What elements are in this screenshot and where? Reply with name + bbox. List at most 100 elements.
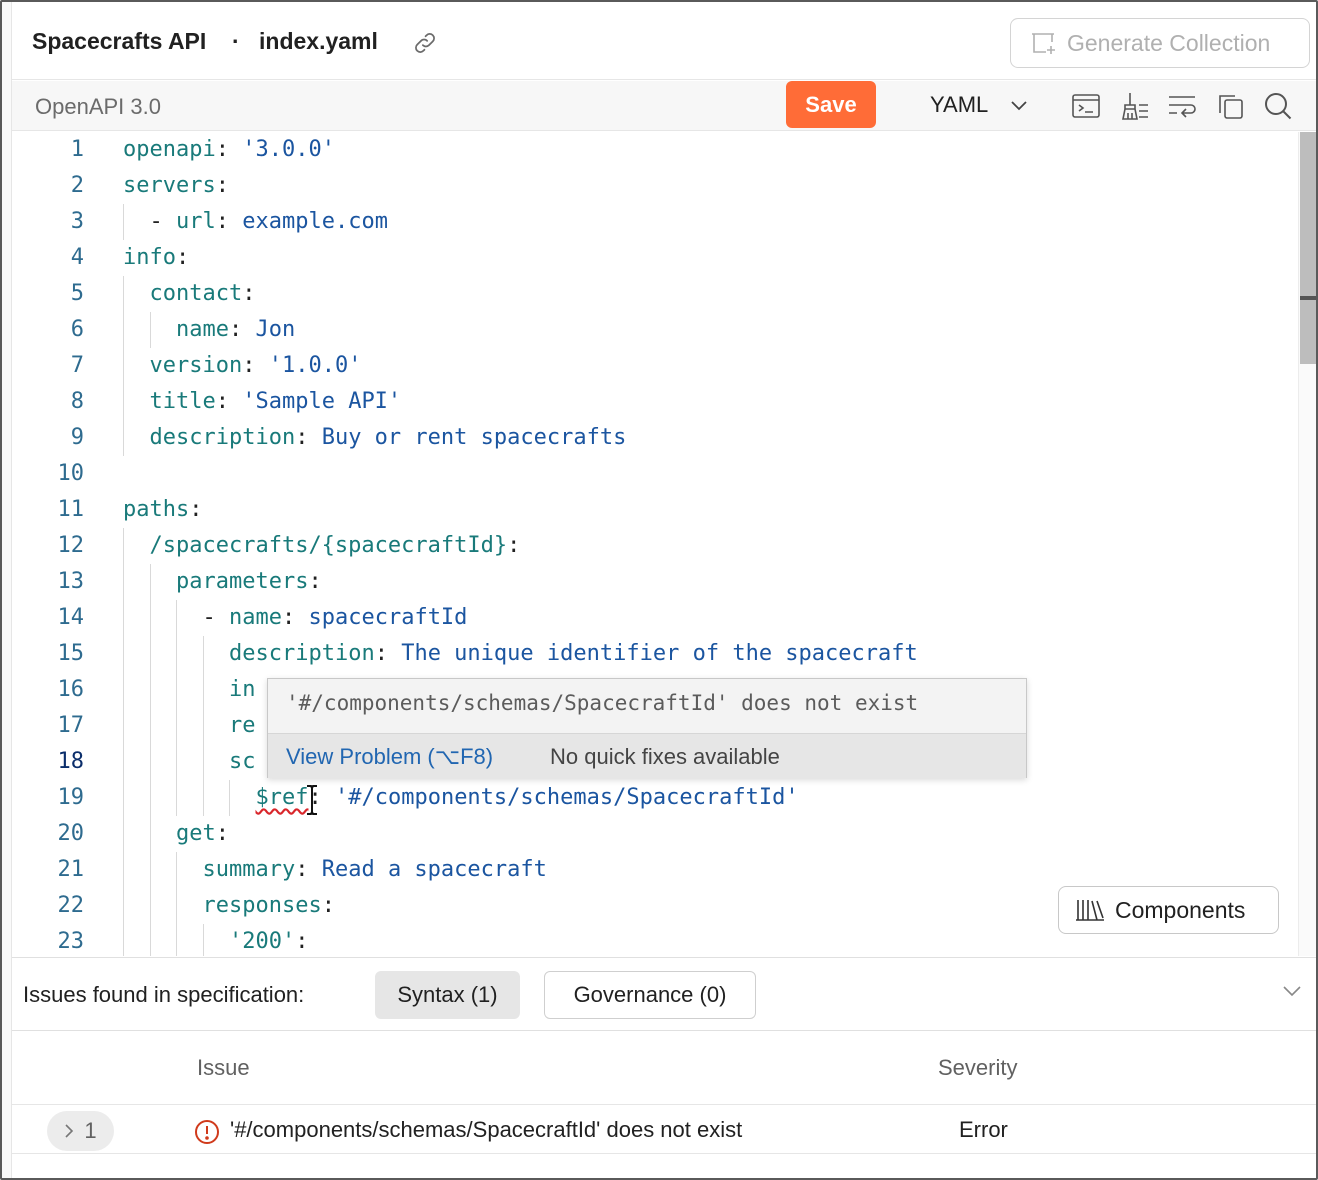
indent-guide: [176, 780, 177, 816]
line-number: 14: [57, 605, 85, 630]
code-line[interactable]: 8 title: 'Sample API': [12, 384, 1298, 420]
code-line[interactable]: 9 description: Buy or rent spacecrafts: [12, 420, 1298, 456]
indent-guide: [149, 636, 151, 672]
indent-guide: [202, 672, 204, 708]
code-editor[interactable]: 1 openapi: '3.0.0' 2 servers: 3 - url: exampl…: [12, 132, 1298, 956]
line-number: 8: [70, 389, 84, 414]
copy-icon[interactable]: [1214, 90, 1246, 122]
line-number: 7: [70, 353, 84, 378]
yaml-value: The unique identifier of the spacecraft: [401, 641, 918, 666]
line-number: 19: [57, 785, 85, 810]
code-line[interactable]: 1 openapi: '3.0.0': [12, 132, 1298, 168]
indent-guide: [123, 204, 124, 240]
indent-guide: [202, 924, 204, 956]
code-line[interactable]: 6 name: Jon: [12, 312, 1298, 348]
code-line[interactable]: 15 description: The unique identifier of …: [12, 636, 1298, 672]
line-number: 1: [70, 137, 84, 162]
code-line[interactable]: 14 - name: spacecraftId: [12, 600, 1298, 636]
line-code: get:: [176, 816, 229, 852]
save-button[interactable]: Save: [786, 81, 876, 128]
beautify-icon[interactable]: [1118, 90, 1150, 122]
yaml-punct: :: [507, 533, 521, 558]
line-code: in: [229, 672, 256, 708]
code-line[interactable]: 21 summary: Read a spacecraft: [12, 852, 1298, 888]
yaml-value: '1.0.0': [268, 353, 362, 378]
indent-guide: [123, 384, 124, 420]
search-icon[interactable]: [1262, 90, 1294, 122]
yaml-key: servers: [123, 173, 216, 198]
yaml-punct: :: [215, 389, 243, 414]
line-number: 17: [57, 713, 85, 738]
chevron-down-icon[interactable]: [1282, 984, 1302, 998]
indent-guide: [123, 780, 124, 816]
line-number: 22: [57, 893, 85, 918]
yaml-punct: :: [374, 641, 402, 666]
yaml-punct: :: [295, 857, 322, 882]
yaml-punct: :: [215, 173, 229, 198]
yaml-punct: :: [242, 281, 256, 306]
link-icon[interactable]: [412, 30, 438, 56]
indent-guide: [229, 780, 230, 816]
yaml-key: title: [149, 389, 216, 414]
issues-bar: Issues found in specification: Syntax (1…: [12, 957, 1316, 1029]
line-number: 16: [57, 677, 85, 702]
line-number: 4: [70, 245, 84, 270]
line-number: 10: [57, 461, 85, 486]
indent-guide: [149, 924, 151, 956]
indent-guide: [123, 312, 124, 348]
line-code: name: Jon: [176, 312, 295, 348]
yaml-key: url: [176, 209, 216, 234]
generate-collection-button[interactable]: Generate Collection: [1010, 18, 1310, 68]
yaml-value: '3.0.0': [242, 137, 335, 162]
indent-guide: [149, 564, 151, 600]
yaml-key: info: [123, 245, 176, 270]
indent-guide: [123, 564, 124, 600]
code-line[interactable]: 11 paths:: [12, 492, 1298, 528]
tab-governance[interactable]: Governance (0): [544, 971, 756, 1019]
yaml-key: summary: [202, 857, 296, 882]
terminal-icon[interactable]: [1070, 90, 1102, 122]
format-select[interactable]: YAML: [930, 92, 1028, 118]
code-line[interactable]: 12/spacecrafts/{spacecraftId}:: [12, 528, 1298, 564]
yaml-value: example.com: [242, 209, 388, 234]
indent-guide: [176, 924, 177, 956]
indent-guide: [123, 816, 124, 852]
format-value: YAML: [930, 92, 989, 117]
code-line[interactable]: 10: [12, 456, 1298, 492]
line-code: - name: spacecraftId: [203, 600, 468, 636]
code-line[interactable]: 2 servers:: [12, 168, 1298, 204]
header: Spacecrafts API · index.yaml Generate Co…: [12, 2, 1316, 80]
file-name[interactable]: index.yaml: [259, 28, 378, 55]
yaml-punct: -: [202, 605, 229, 630]
collection-add-icon: [1032, 33, 1055, 54]
tab-syntax[interactable]: Syntax (1): [375, 971, 520, 1019]
indent-guide: [123, 924, 124, 956]
yaml-key: /spacecrafts/{spacecraftId}: [149, 533, 508, 558]
scrollbar-thumb[interactable]: [1300, 132, 1316, 364]
code-line[interactable]: 19 $ref: '#/components/schemas/Spacecraft…: [12, 780, 1298, 816]
yaml-value: Buy or rent spacecrafts: [321, 425, 627, 450]
code-line[interactable]: 4 info:: [12, 240, 1298, 276]
code-line[interactable]: 5 contact:: [12, 276, 1298, 312]
line-code: description: The unique identifier of th…: [229, 636, 918, 672]
api-name[interactable]: Spacecrafts API: [32, 28, 206, 55]
yaml-key: contact: [149, 281, 243, 306]
code-line[interactable]: 20 get:: [12, 816, 1298, 852]
issue-message[interactable]: '#/components/schemas/SpacecraftId' does…: [230, 1117, 742, 1143]
line-number: 13: [57, 569, 85, 594]
scrollbar-cursor-marker: [1300, 296, 1316, 300]
indent-guide: [176, 708, 177, 744]
line-number: 18: [57, 749, 85, 774]
code-line[interactable]: 13 parameters:: [12, 564, 1298, 600]
line-code: $ref: '#/components/schemas/SpacecraftId…: [256, 780, 799, 816]
yaml-punct: :: [321, 893, 335, 918]
line-number: 3: [70, 209, 84, 234]
yaml-key: openapi: [123, 137, 216, 162]
code-line[interactable]: 7 version: '1.0.0': [12, 348, 1298, 384]
view-problem-link[interactable]: View Problem (⌥F8): [286, 744, 493, 770]
yaml-key: version: [149, 353, 243, 378]
code-line[interactable]: 3 - url: example.com: [12, 204, 1298, 240]
wrap-lines-icon[interactable]: [1166, 90, 1198, 122]
expand-row-button[interactable]: 1: [47, 1111, 114, 1151]
components-button[interactable]: Components: [1058, 886, 1279, 934]
